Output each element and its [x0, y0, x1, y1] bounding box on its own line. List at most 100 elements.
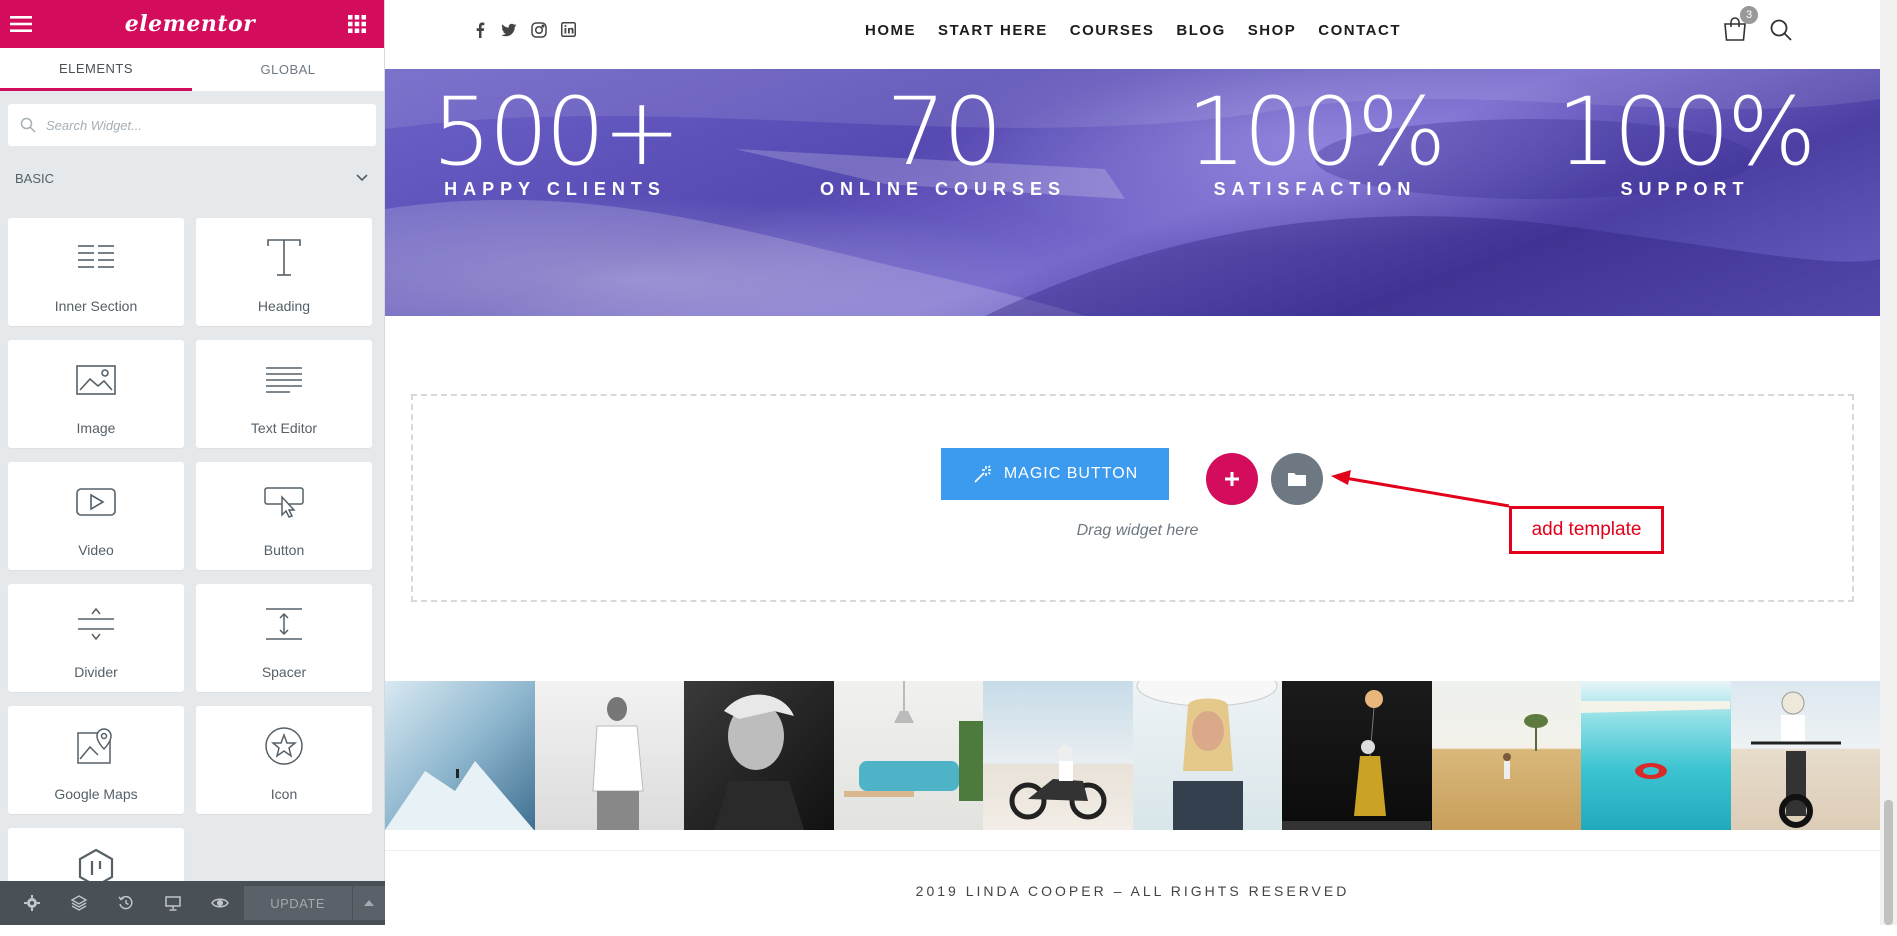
gallery-photo-surfboard-woman[interactable] [1132, 681, 1282, 830]
stat-support: 100% SUPPORT [1520, 83, 1850, 200]
folder-icon [1287, 471, 1307, 487]
gallery-photo-wheat-field[interactable] [1431, 681, 1581, 830]
cart-count-badge: 3 [1740, 6, 1758, 24]
photo-content [843, 681, 983, 801]
widget-icon[interactable]: Icon [196, 706, 372, 814]
widget-google-maps[interactable]: Google Maps [8, 706, 184, 814]
preview-eye-icon[interactable] [197, 881, 244, 925]
photo-content [1282, 690, 1431, 830]
add-template-button[interactable] [1271, 453, 1323, 505]
widget-label: Text Editor [250, 420, 318, 436]
stat-online-courses: 70 ONLINE COURSES [778, 83, 1108, 200]
category-title: BASIC [15, 170, 55, 186]
magic-button[interactable]: MAGIC BUTTON [941, 448, 1169, 500]
site-search-icon[interactable] [1770, 19, 1792, 41]
nav-blog[interactable]: BLOG [1176, 22, 1225, 39]
update-button[interactable]: UPDATE [243, 886, 352, 920]
widget-divider[interactable]: Divider [8, 584, 184, 692]
footer-divider [385, 850, 1880, 851]
page-scrollbar-thumb[interactable] [1884, 800, 1893, 925]
stat-satisfaction: 100% SATISFACTION [1150, 83, 1480, 200]
tab-global[interactable]: GLOBAL [192, 48, 384, 91]
layers-navigator-icon[interactable] [55, 881, 102, 925]
star-icon [264, 724, 304, 768]
widget-video[interactable]: Video [8, 462, 184, 570]
page-scrollbar-track[interactable] [1880, 0, 1897, 925]
social-links [473, 22, 576, 38]
photo-content [385, 761, 534, 830]
widget-heading[interactable]: Heading [196, 218, 372, 326]
search-icon [20, 117, 36, 133]
panel-header: elementor [0, 0, 384, 48]
widget-label: Image [76, 420, 116, 436]
photo-content [1502, 714, 1548, 779]
elementor-logo: elementor [124, 11, 256, 37]
footer-copyright: 2019 LINDA COOPER – ALL RIGHTS RESERVED [915, 883, 1350, 899]
gallery-photo-turquoise-sea[interactable] [1581, 681, 1731, 830]
widget-label: Spacer [261, 664, 307, 680]
panel-tabs: ELEMENTS GLOBAL [0, 48, 384, 91]
gallery-photo-ice-cave[interactable] [385, 681, 535, 830]
text-editor-icon [264, 358, 304, 402]
widget-label: Icon [270, 786, 298, 802]
widget-image[interactable]: Image [8, 340, 184, 448]
widget-spacer[interactable]: Spacer [196, 584, 372, 692]
update-options-caret-icon[interactable] [351, 886, 385, 920]
add-new-section-button[interactable] [1206, 453, 1258, 505]
nav-home[interactable]: HOME [865, 22, 916, 39]
photo-content [591, 697, 644, 830]
instagram-icon[interactable] [531, 22, 547, 38]
responsive-desktop-icon[interactable] [149, 881, 196, 925]
widget-label: Video [78, 542, 114, 558]
photo-content [1136, 681, 1277, 830]
plus-icon [1223, 470, 1241, 488]
category-basic-header[interactable]: BASIC [0, 168, 384, 188]
widget-label: Inner Section [54, 298, 138, 314]
gallery-photo-man-portrait[interactable] [684, 681, 834, 830]
tab-elements[interactable]: ELEMENTS [0, 48, 192, 91]
widget-text-editor[interactable]: Text Editor [196, 340, 372, 448]
stat-value: 100% [1556, 78, 1817, 187]
gallery-photo-balloon-woman[interactable] [1282, 681, 1432, 830]
widget-button[interactable]: Button [196, 462, 372, 570]
main-navigation: HOME START HERE COURSES BLOG SHOP CONTAC… [865, 22, 1401, 39]
gallery-photo-woman-motorcycle[interactable] [1730, 681, 1880, 830]
photo-content [1009, 745, 1107, 820]
annotation-add-template: add template [1509, 506, 1664, 554]
button-cursor-icon [264, 480, 304, 524]
drag-widget-hint: Drag widget here [1076, 522, 1199, 539]
site-header: HOME START HERE COURSES BLOG SHOP CONTAC… [385, 0, 1880, 69]
stat-label: ONLINE COURSES [819, 179, 1067, 199]
video-play-icon [76, 480, 116, 524]
magic-button-label: MAGIC BUTTON [1003, 465, 1139, 482]
heading-t-icon [266, 236, 302, 280]
twitter-icon[interactable] [501, 22, 517, 38]
gallery-photo-man-white-shirt[interactable] [534, 681, 684, 830]
stat-happy-clients: 500+ HAPPY CLIENTS [390, 83, 720, 200]
widget-search-box [8, 104, 376, 146]
facebook-icon[interactable] [473, 22, 487, 38]
nav-contact[interactable]: CONTACT [1318, 22, 1401, 39]
history-icon[interactable] [102, 881, 149, 925]
stat-value: 70 [886, 78, 1003, 187]
widget-label: Google Maps [54, 786, 138, 802]
gallery-photo-motorcycle-desert[interactable] [983, 681, 1133, 830]
hamburger-menu-icon[interactable] [10, 15, 32, 33]
photo-content [1581, 701, 1730, 779]
spacer-icon [264, 602, 304, 646]
stat-value: 100% [1186, 78, 1447, 187]
gallery-photo-blue-sofa[interactable] [833, 681, 983, 830]
inner-section-icon [76, 236, 116, 280]
image-icon [76, 358, 116, 402]
nav-courses[interactable]: COURSES [1070, 22, 1155, 39]
instagram-gallery [385, 681, 1880, 830]
linkedin-icon[interactable] [561, 22, 576, 38]
apps-grid-icon[interactable] [348, 15, 366, 33]
settings-gear-icon[interactable] [8, 881, 55, 925]
nav-start-here[interactable]: START HERE [938, 22, 1048, 39]
widget-label: Button [263, 542, 305, 558]
widget-inner-section[interactable]: Inner Section [8, 218, 184, 326]
widget-search-input[interactable] [46, 117, 346, 133]
nav-shop[interactable]: SHOP [1248, 22, 1297, 39]
stats-section[interactable]: 500+ HAPPY CLIENTS 70 ONLINE COURSES 100… [385, 69, 1880, 316]
